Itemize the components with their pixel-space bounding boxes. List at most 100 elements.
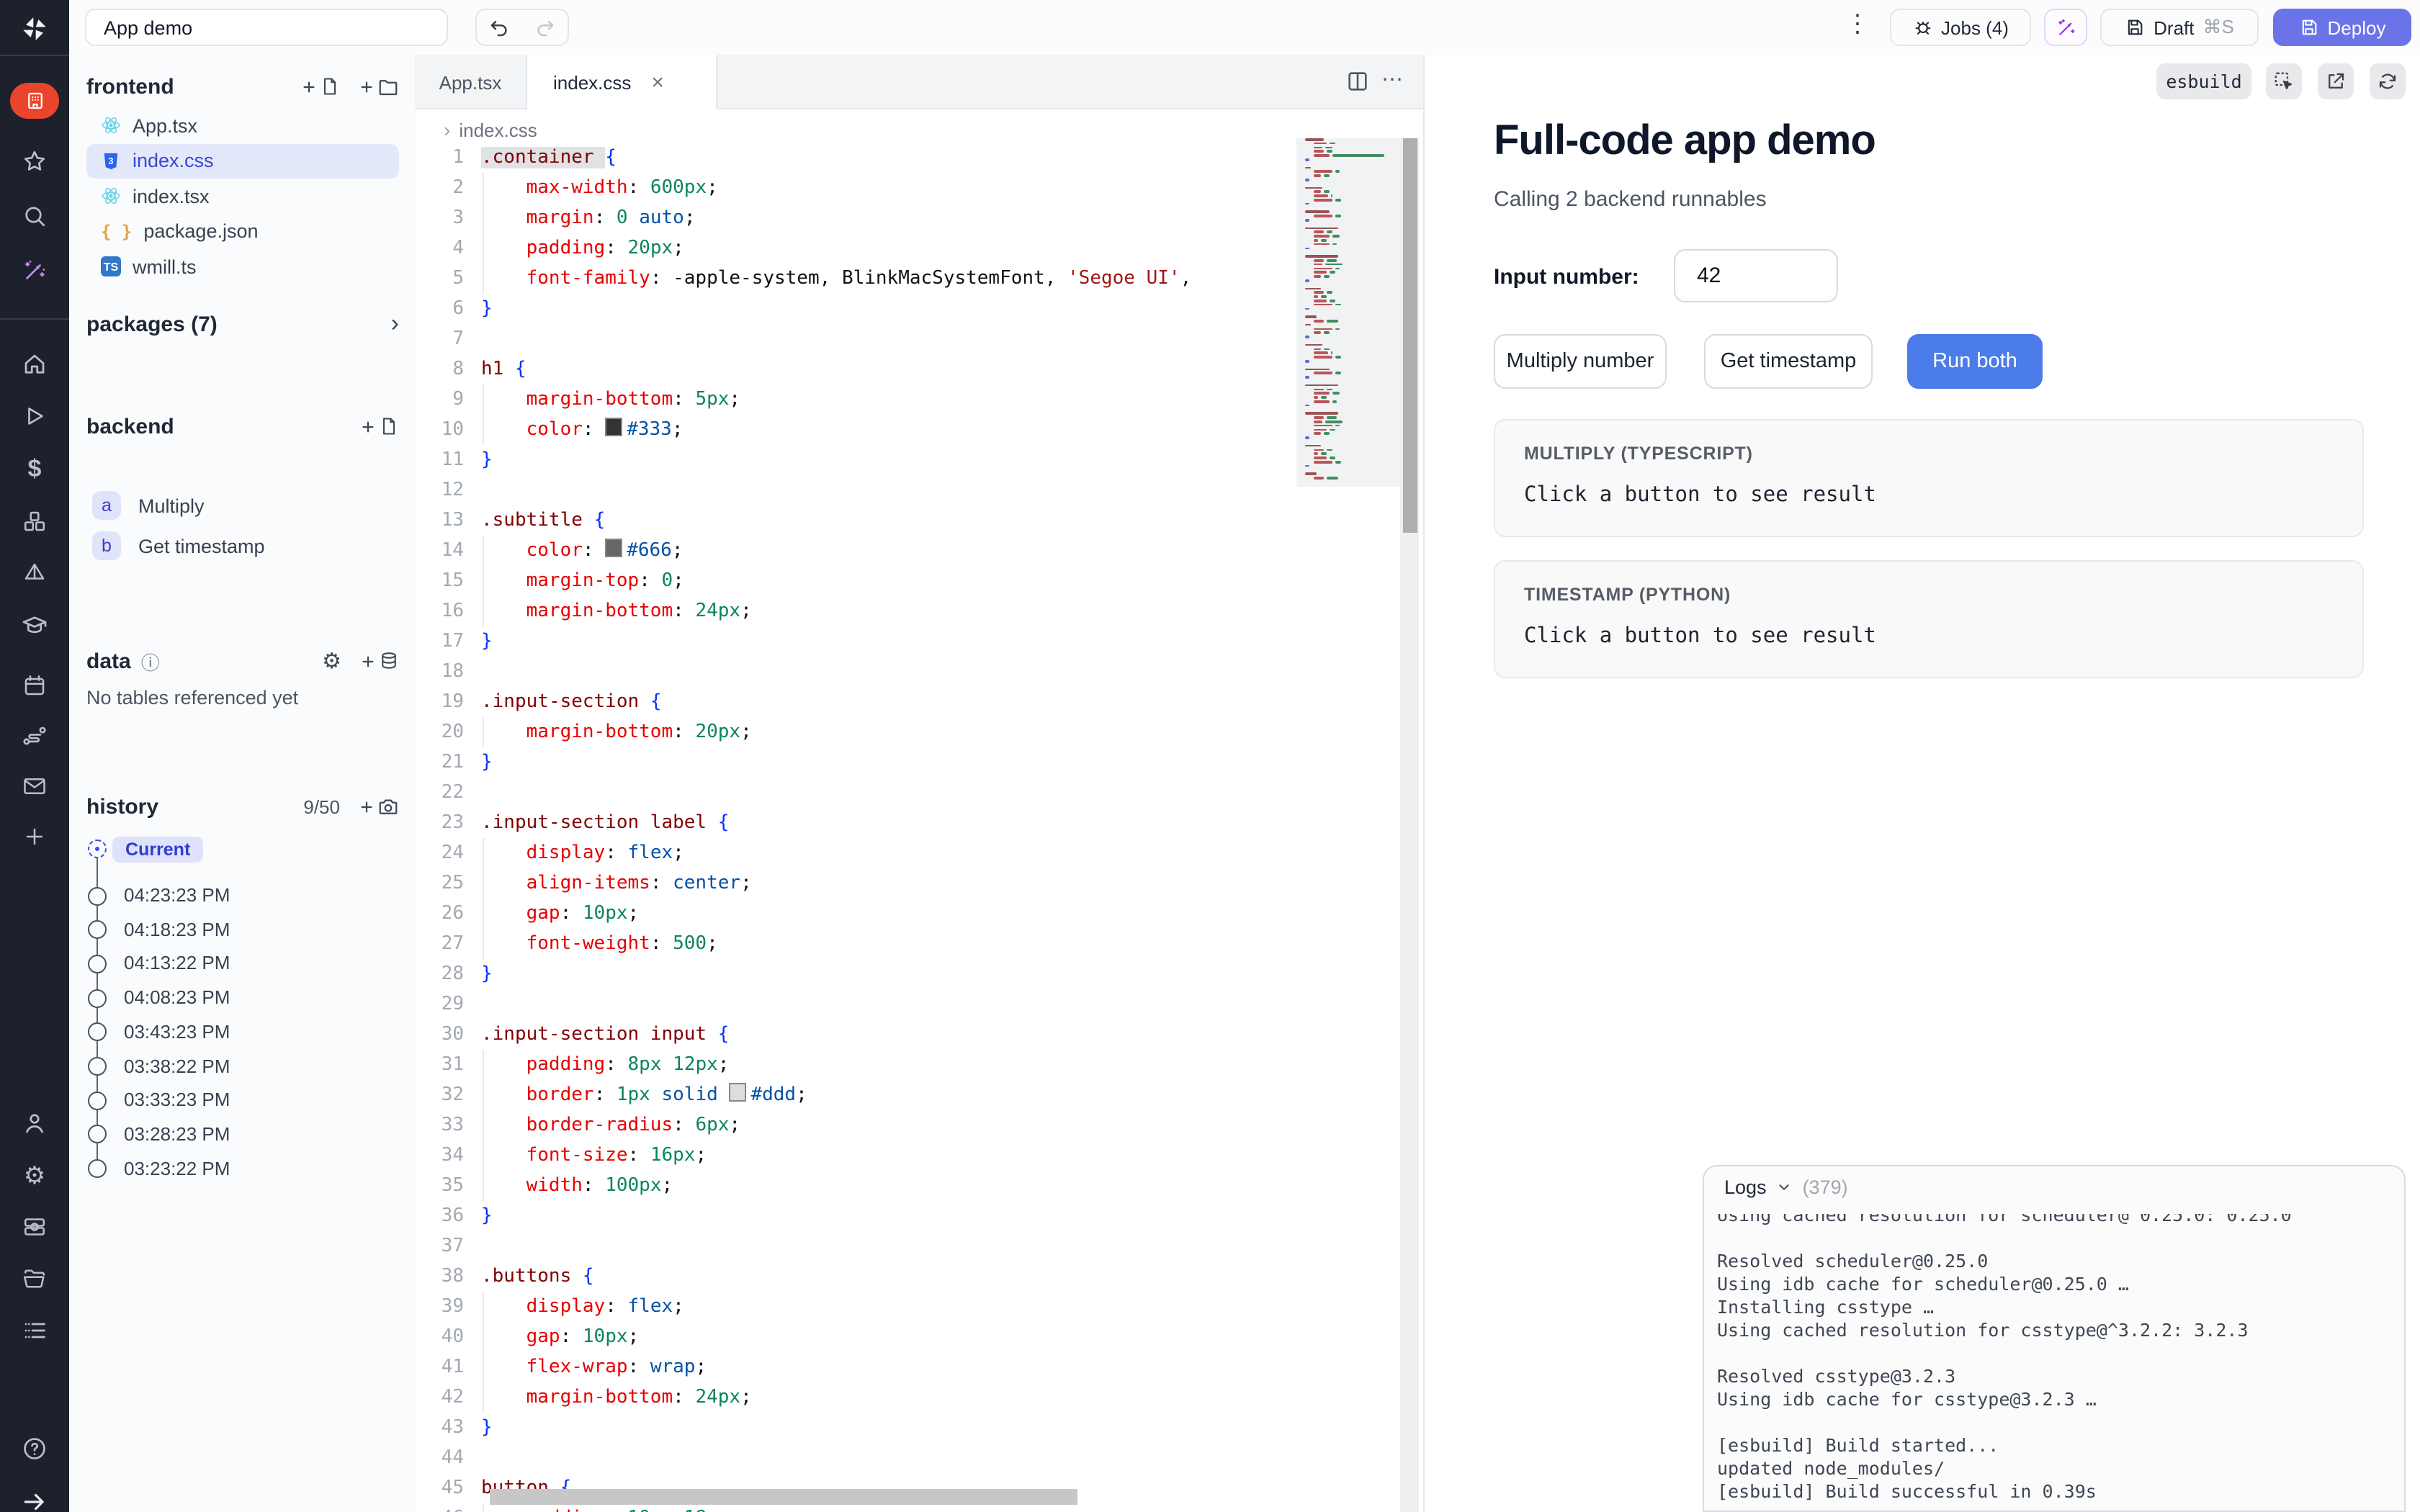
code-line[interactable]: 34 font-size: 16px; [415, 1140, 1302, 1171]
code-line[interactable]: 19.input-section { [415, 687, 1302, 717]
deploy-button[interactable]: Deploy [2273, 9, 2411, 46]
file-item-App-tsx[interactable]: App.tsx [86, 108, 399, 143]
mail-icon[interactable] [22, 773, 48, 799]
code-line[interactable]: 23.input-section label { [415, 808, 1302, 838]
resources-cubes-icon[interactable] [22, 508, 48, 534]
runs-play-icon[interactable] [22, 403, 48, 429]
schedules-prism-icon[interactable] [22, 560, 48, 586]
code-line[interactable]: 24 display: flex; [415, 838, 1302, 868]
history-version-marker[interactable] [88, 886, 107, 905]
history-timestamp[interactable]: 03:38:22 PM [124, 1055, 230, 1076]
run-both-button[interactable]: Run both [1907, 334, 2043, 389]
code-line[interactable]: 35 width: 100px; [415, 1171, 1302, 1201]
history-version-marker[interactable] [88, 1057, 107, 1076]
code-line[interactable]: 7 [415, 324, 1302, 354]
code-line[interactable]: 2 max-width: 600px; [415, 173, 1302, 203]
add-file-button[interactable] [301, 76, 340, 96]
flows-route-icon[interactable] [21, 722, 48, 750]
history-version-marker[interactable] [88, 920, 107, 939]
save-draft-button[interactable]: Draft ⌘S [2100, 9, 2259, 46]
code-line[interactable]: 27 font-weight: 500; [415, 929, 1302, 959]
history-version-marker[interactable] [88, 1159, 107, 1178]
code-line[interactable]: 42 margin-bottom: 24px; [415, 1382, 1302, 1413]
redo-button[interactable] [521, 9, 569, 46]
history-timestamp[interactable]: 03:33:23 PM [124, 1089, 230, 1110]
inspect-element-icon[interactable] [2266, 63, 2302, 99]
close-tab-icon[interactable]: × [651, 70, 664, 94]
current-version-marker[interactable] [88, 840, 107, 858]
split-editor-icon[interactable] [1345, 69, 1370, 94]
app-name-input[interactable] [85, 9, 448, 46]
collapse-arrow-icon[interactable] [21, 1488, 48, 1512]
runtime-badge[interactable]: esbuild [2156, 63, 2251, 99]
code-line[interactable]: 30.input-section input { [415, 1020, 1302, 1050]
tab-index-css[interactable]: index.css × [526, 55, 717, 109]
add-table-button[interactable] [360, 651, 399, 671]
learn-graduation-icon[interactable] [21, 611, 48, 639]
code-line[interactable]: 37 [415, 1231, 1302, 1261]
info-icon[interactable]: ⓘ [141, 647, 160, 675]
file-item-package-json[interactable]: { }package.json [86, 214, 399, 248]
vertical-scrollbar[interactable] [1400, 138, 1419, 1512]
code-line[interactable]: 15 margin-top: 0; [415, 566, 1302, 596]
history-timestamp[interactable]: 03:43:23 PM [124, 1021, 230, 1043]
history-version-marker[interactable] [88, 1023, 107, 1042]
file-item-wmill-ts[interactable]: TSwmill.ts [86, 249, 399, 284]
code-line[interactable]: 20 margin-bottom: 20px; [415, 717, 1302, 747]
file-item-index-tsx[interactable]: index.tsx [86, 179, 399, 213]
code-line[interactable]: 3 margin: 0 auto; [415, 203, 1302, 233]
favorites-star-icon[interactable] [22, 148, 48, 174]
code-line[interactable]: 36} [415, 1201, 1302, 1231]
history-timestamp[interactable]: 04:18:23 PM [124, 918, 230, 940]
tab-app-tsx[interactable]: App.tsx [415, 55, 526, 109]
backend-item-multiply[interactable]: aMultiply [86, 488, 399, 523]
code-line[interactable]: 13.subtitle { [415, 505, 1302, 536]
code-line[interactable]: 18 [415, 657, 1302, 687]
history-timestamp[interactable]: 03:28:23 PM [124, 1123, 230, 1145]
minimap-viewport[interactable] [1296, 138, 1400, 487]
number-input[interactable] [1674, 249, 1838, 302]
search-icon[interactable] [22, 203, 48, 229]
history-version-marker[interactable] [88, 955, 107, 973]
data-settings-gear-icon[interactable]: ⚙ [322, 648, 341, 674]
code-line[interactable]: 33 border-radius: 6px; [415, 1110, 1302, 1140]
add-folder-button[interactable] [359, 76, 399, 97]
code-line[interactable]: 12 [415, 475, 1302, 505]
code-line[interactable]: 1.container { [415, 143, 1302, 173]
code-line[interactable]: 5 font-family: -apple-system, BlinkMacSy… [415, 264, 1302, 294]
code-line[interactable]: 29 [415, 989, 1302, 1020]
code-line[interactable]: 8h1 { [415, 354, 1302, 384]
code-line[interactable]: 43} [415, 1413, 1302, 1443]
ai-assistant-wand-button[interactable] [2044, 9, 2087, 46]
code-line[interactable]: 39 display: flex; [415, 1292, 1302, 1322]
settings-gear-icon[interactable]: ⚙ [24, 1162, 46, 1191]
current-version-badge[interactable]: Current [112, 837, 203, 863]
get-timestamp-button[interactable]: Get timestamp [1704, 334, 1873, 389]
vertical-scrollbar-thumb[interactable] [1402, 138, 1417, 533]
code-line[interactable]: 41 flex-wrap: wrap; [415, 1352, 1302, 1382]
refresh-icon[interactable] [2370, 63, 2406, 99]
undo-button[interactable] [475, 9, 523, 46]
history-version-marker[interactable] [88, 1091, 107, 1110]
code-line[interactable]: 26 gap: 10px; [415, 899, 1302, 929]
code-line[interactable]: 14 color: #666; [415, 536, 1302, 566]
code-line[interactable]: 25 align-items: center; [415, 868, 1302, 899]
user-icon[interactable] [22, 1110, 48, 1136]
history-timestamp[interactable]: 04:13:22 PM [124, 953, 230, 974]
code-line[interactable]: 6} [415, 294, 1302, 324]
ai-wand-icon[interactable] [22, 258, 48, 284]
add-plus-icon[interactable] [22, 824, 47, 849]
queues-list-icon[interactable] [22, 1318, 48, 1344]
code-line[interactable]: 17} [415, 626, 1302, 657]
code-line[interactable]: 28} [415, 959, 1302, 989]
file-item-index-css[interactable]: 3index.css [86, 143, 399, 178]
multiply-number-button[interactable]: Multiply number [1494, 334, 1667, 389]
windmill-logo-icon[interactable] [20, 14, 49, 43]
workers-icon[interactable] [22, 1214, 48, 1240]
code-line[interactable]: 9 margin-bottom: 5px; [415, 384, 1302, 415]
code-line[interactable]: 21} [415, 747, 1302, 778]
jobs-button[interactable]: Jobs (4) [1890, 9, 2031, 46]
history-timestamp[interactable]: 04:08:23 PM [124, 986, 230, 1008]
more-menu-kebab[interactable]: ⋮ [1845, 10, 1868, 39]
home-icon[interactable] [22, 351, 48, 377]
